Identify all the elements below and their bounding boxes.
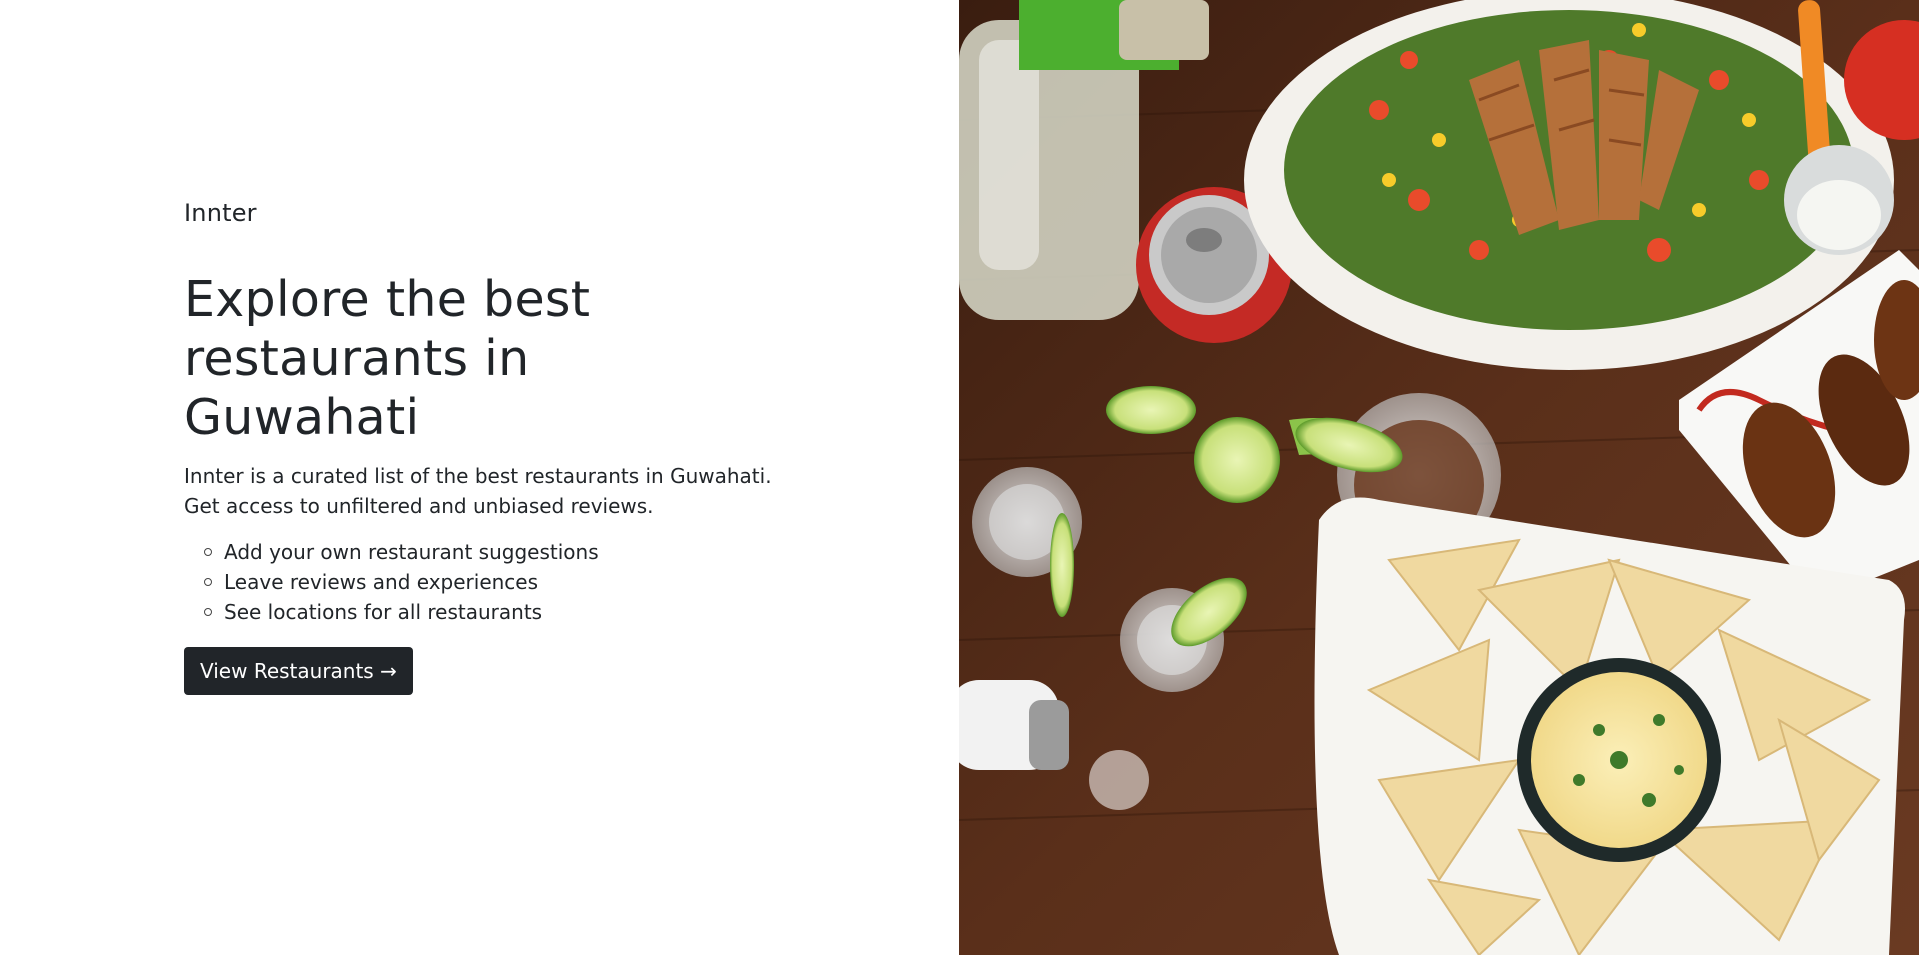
hero-content: Innter Explore the best restaurants in G… bbox=[184, 199, 804, 695]
feature-item: Leave reviews and experiences bbox=[201, 567, 804, 597]
brand-name: Innter bbox=[184, 199, 257, 227]
landing-page: Innter Explore the best restaurants in G… bbox=[0, 0, 1919, 955]
hero-headline: Explore the best restaurants in Guwahati bbox=[184, 271, 591, 446]
food-table-photo bbox=[959, 0, 1919, 955]
feature-item: See locations for all restaurants bbox=[201, 597, 804, 627]
hero-text-panel: Innter Explore the best restaurants in G… bbox=[0, 0, 959, 955]
feature-item: Add your own restaurant suggestions bbox=[201, 537, 804, 567]
view-restaurants-button[interactable]: View Restaurants → bbox=[184, 647, 413, 695]
hero-image-panel bbox=[959, 0, 1919, 955]
feature-list: Add your own restaurant suggestions Leav… bbox=[184, 537, 804, 627]
hero-lead: Innter is a curated list of the best res… bbox=[184, 464, 772, 518]
